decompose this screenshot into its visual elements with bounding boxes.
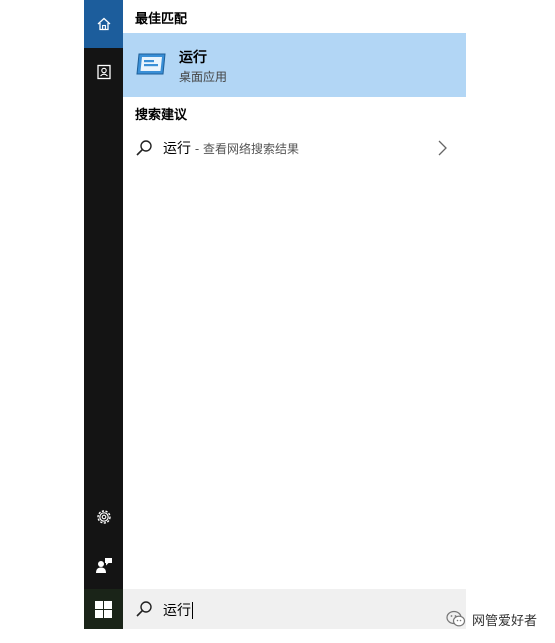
search-results-panel: 最佳匹配 运行 桌面应用 搜索建议 运行 - 查看网络搜索结果 [123,0,466,589]
search-icon [136,140,152,156]
documents-button[interactable] [84,48,123,96]
home-icon [97,17,110,31]
best-match-subtitle: 桌面应用 [179,70,228,84]
wechat-logo-icon [446,610,466,627]
home-button[interactable] [84,0,123,48]
suggestion-text: 运行 - 查看网络搜索结果 [163,138,299,158]
feedback-button[interactable] [84,541,123,589]
suggestion-query: 运行 [163,141,191,157]
search-box[interactable]: 运行 [123,589,466,629]
suggestions-header: 搜索建议 [135,108,188,123]
search-input-value: 运行 [163,603,191,619]
search-input[interactable]: 运行 [163,600,193,620]
watermark-text: 网管爱好者 [472,613,538,629]
best-match-header: 最佳匹配 [135,12,188,27]
start-sidebar [84,0,123,629]
run-app-icon [136,53,166,75]
start-button[interactable] [84,589,123,629]
windows-logo-icon [95,600,112,618]
best-match-title: 运行 [179,50,207,66]
watermark: 网管爱好者 [446,608,537,630]
feedback-icon [95,558,112,573]
search-icon [136,601,152,617]
best-match-item[interactable]: 运行 桌面应用 [123,33,466,97]
settings-button[interactable] [84,493,123,541]
chevron-right-icon[interactable] [436,139,448,157]
suggestion-hint: - 查看网络搜索结果 [191,142,299,156]
text-caret [192,601,193,619]
gear-icon [96,510,111,524]
documents-icon [96,64,111,80]
web-suggestion-item[interactable]: 运行 - 查看网络搜索结果 [123,130,466,166]
